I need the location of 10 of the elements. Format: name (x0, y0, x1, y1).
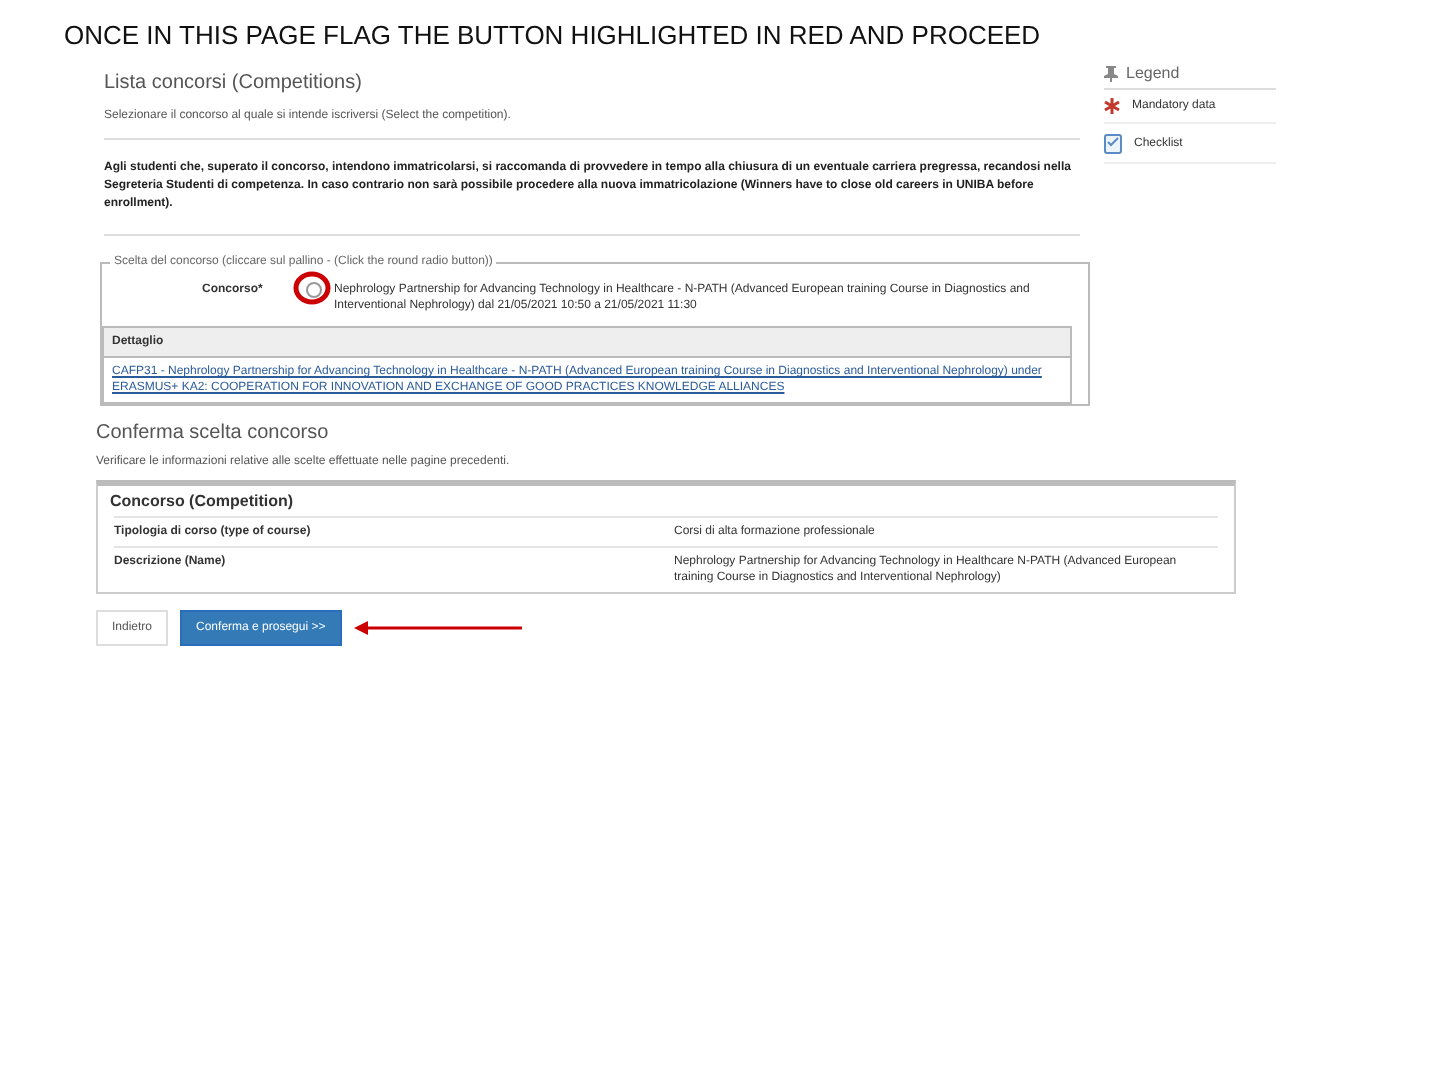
asterisk-icon (1104, 98, 1120, 114)
legend-label: Legend (1126, 64, 1180, 82)
section-title: Conferma scelta concorso (96, 422, 331, 444)
slide-caption: ONCE IN THIS PAGE FLAG THE BUTTON HIGHLIGHTED IN RED AND PROCEED (62, 18, 1043, 54)
panel-title: Concorso (Competition) (108, 490, 296, 514)
radio-button[interactable] (306, 282, 322, 298)
clipboard-icon (1104, 132, 1122, 154)
highlight-circle (294, 272, 330, 304)
page-title: Lista concorsi (Competitions) (104, 72, 364, 94)
pin-icon (1104, 65, 1118, 81)
